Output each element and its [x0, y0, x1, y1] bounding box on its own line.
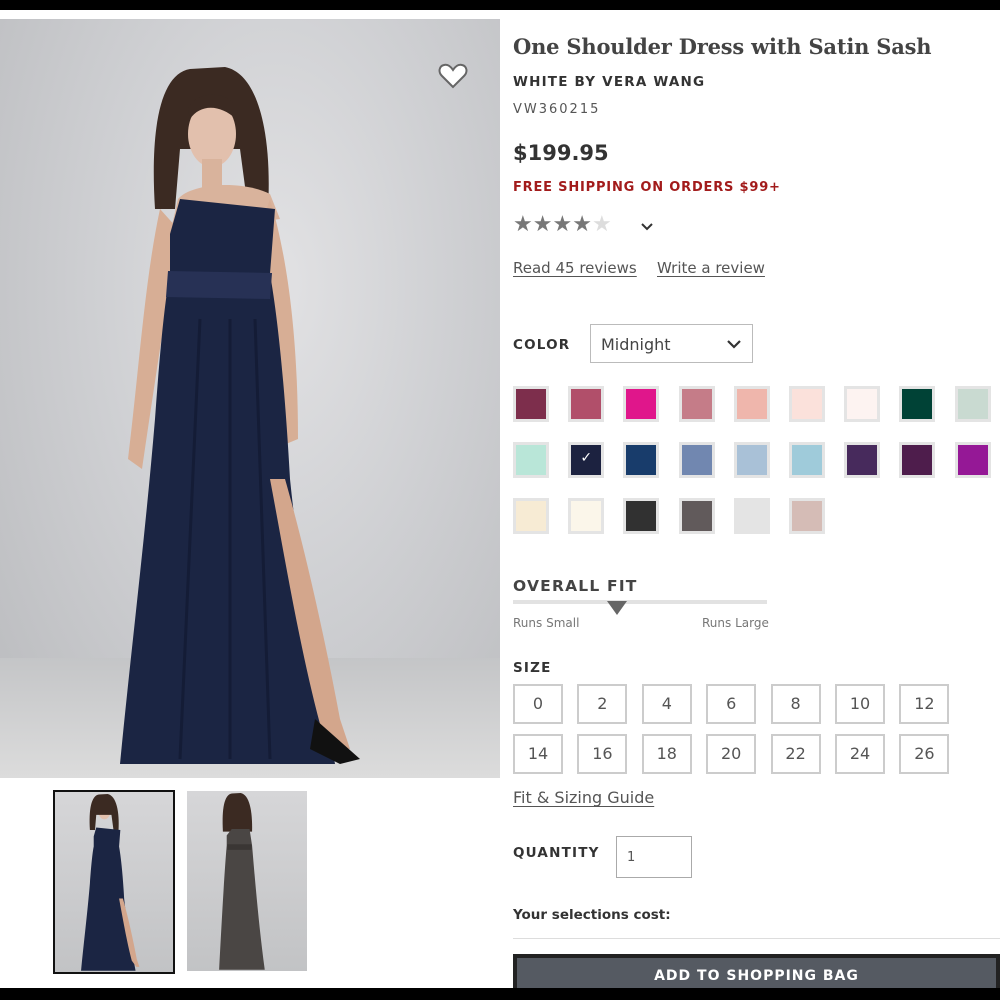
product-main-image[interactable] — [0, 19, 500, 778]
color-swatch[interactable] — [844, 386, 881, 422]
star-icon: ★ — [572, 212, 592, 237]
add-to-bag-button[interactable]: ADD TO SHOPPING BAG — [513, 954, 1000, 988]
selections-cost-label: Your selections cost: — [513, 907, 671, 923]
chevron-down-icon[interactable] — [640, 220, 654, 234]
fit-scale-bar — [513, 600, 767, 604]
size-option-10[interactable]: 10 — [835, 684, 885, 724]
size-option-2[interactable]: 2 — [577, 684, 628, 724]
heart-icon[interactable] — [438, 61, 468, 91]
color-swatch[interactable] — [513, 386, 549, 422]
size-option-0[interactable]: 0 — [513, 684, 563, 724]
fit-sizing-guide-link[interactable]: Fit & Sizing Guide — [513, 788, 654, 807]
product-price: $199.95 — [513, 141, 609, 165]
size-option-18[interactable]: 18 — [641, 734, 692, 774]
color-swatch[interactable] — [568, 498, 605, 534]
size-option-14[interactable]: 14 — [513, 734, 563, 774]
star-icon: ★ — [552, 212, 573, 237]
fit-runs-small: Runs Small — [513, 616, 580, 630]
color-swatch[interactable] — [899, 386, 936, 422]
size-option-20[interactable]: 20 — [706, 734, 757, 774]
fit-runs-large: Runs Large — [702, 616, 769, 630]
size-option-26[interactable]: 26 — [899, 734, 950, 774]
color-swatch[interactable] — [568, 386, 605, 422]
color-swatch[interactable] — [678, 498, 715, 534]
color-swatch[interactable] — [789, 498, 825, 534]
model-in-dress-illustration — [120, 67, 360, 764]
size-option-16[interactable]: 16 — [577, 734, 628, 774]
color-swatch[interactable] — [513, 498, 549, 534]
size-option-24[interactable]: 24 — [835, 734, 885, 774]
color-swatch[interactable] — [899, 442, 936, 478]
color-swatch[interactable] — [678, 386, 715, 422]
size-option-22[interactable]: 22 — [770, 734, 821, 774]
color-swatch[interactable] — [844, 442, 881, 478]
chevron-down-icon — [727, 340, 741, 349]
size-option-6[interactable]: 6 — [706, 684, 757, 724]
size-option-12[interactable]: 12 — [899, 684, 950, 724]
fit-indicator-triangle — [607, 601, 628, 615]
color-swatch[interactable] — [733, 442, 770, 478]
color-swatch[interactable] — [733, 498, 770, 534]
product-page: One Shoulder Dress with Satin Sash WHITE… — [0, 10, 1000, 988]
color-swatch[interactable] — [954, 386, 991, 422]
add-to-bag-label: ADD TO SHOPPING BAG — [517, 958, 996, 988]
rating-stars[interactable]: ★★★★★ — [513, 212, 612, 237]
write-review-link[interactable]: Write a review — [657, 259, 765, 277]
color-swatch[interactable] — [789, 386, 825, 422]
shipping-promo: FREE SHIPPING ON ORDERS $99+ — [513, 180, 781, 195]
size-label: SIZE — [513, 660, 552, 676]
read-reviews-link[interactable]: Read 45 reviews — [513, 259, 637, 277]
product-title: One Shoulder Dress with Satin Sash — [513, 34, 932, 59]
quantity-input[interactable]: 1 — [616, 836, 692, 878]
color-swatch[interactable] — [954, 442, 991, 478]
color-swatch[interactable] — [623, 442, 660, 478]
divider — [513, 938, 1000, 939]
color-swatch[interactable] — [733, 386, 770, 422]
color-swatch[interactable] — [623, 386, 660, 422]
color-select[interactable]: Midnight — [590, 324, 753, 363]
color-swatch[interactable] — [678, 442, 715, 478]
brand-name: WHITE BY VERA WANG — [513, 74, 706, 90]
color-swatch[interactable] — [789, 442, 825, 478]
color-label: COLOR — [513, 337, 571, 353]
color-swatch[interactable] — [623, 498, 660, 534]
star-empty-icon: ★ — [591, 212, 612, 237]
product-sku: VW360215 — [513, 102, 601, 117]
color-swatch[interactable] — [513, 442, 549, 478]
star-icon: ★ — [532, 212, 553, 237]
color-swatch[interactable] — [568, 442, 605, 478]
thumbnail-back[interactable] — [187, 791, 307, 971]
thumbnail-front-image — [81, 794, 140, 971]
quantity-label: QUANTITY — [513, 845, 600, 861]
overall-fit-label: OVERALL FIT — [513, 577, 638, 595]
color-select-value: Midnight — [601, 335, 671, 354]
star-icon: ★ — [513, 212, 533, 237]
thumbnail-back-image — [219, 793, 265, 970]
thumbnail-front[interactable] — [53, 790, 175, 974]
size-option-4[interactable]: 4 — [641, 684, 692, 724]
size-option-8[interactable]: 8 — [770, 684, 821, 724]
